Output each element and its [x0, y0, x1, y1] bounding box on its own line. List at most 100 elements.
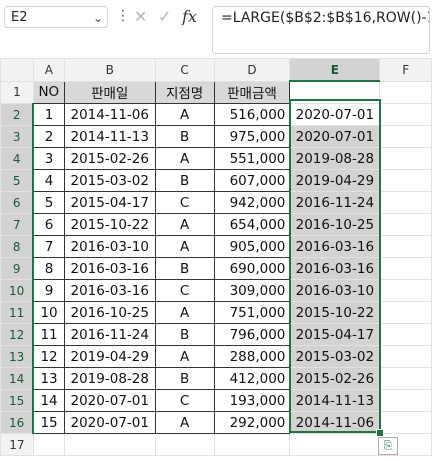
row-header-3[interactable]: 3	[0, 125, 35, 148]
cell-f[interactable]	[379, 389, 432, 412]
empty-cell[interactable]	[63, 433, 156, 456]
row-header-8[interactable]: 8	[0, 235, 35, 258]
cell-large-result[interactable]: 2016-03-16	[289, 257, 381, 280]
empty-cell[interactable]	[289, 433, 381, 456]
cell-branch[interactable]: B	[154, 323, 215, 346]
column-header-d[interactable]: D	[213, 58, 291, 82]
cell-date[interactable]: 2015-04-17	[63, 191, 156, 214]
row-header-13[interactable]: 13	[0, 345, 35, 368]
row-header-5[interactable]: 5	[0, 169, 35, 192]
cell-no[interactable]: 10	[32, 301, 65, 324]
empty-cell[interactable]	[213, 433, 291, 456]
cell-no[interactable]: 2	[32, 125, 65, 148]
cell-date[interactable]: 2016-10-25	[63, 301, 156, 324]
check-icon[interactable]: ✓	[158, 6, 171, 28]
cell-no[interactable]: 11	[32, 323, 65, 346]
cell-large-result[interactable]: 2019-08-28	[289, 147, 381, 170]
row-header-4[interactable]: 4	[0, 147, 35, 170]
row-header-15[interactable]: 15	[0, 389, 35, 412]
row-header-6[interactable]: 6	[0, 191, 35, 214]
row-header-9[interactable]: 9	[0, 257, 35, 280]
cell-large-result[interactable]: 2020-07-01	[289, 125, 381, 148]
column-header-b[interactable]: B	[63, 58, 156, 82]
cell-date[interactable]: 2014-11-06	[63, 103, 156, 126]
formula-input[interactable]: =LARGE($B$2:$B$16,ROW()-1)	[212, 6, 430, 54]
more-vertical-icon[interactable]: ⋮	[116, 9, 130, 23]
row-header-1[interactable]: 1	[0, 80, 34, 104]
cell-f[interactable]	[379, 213, 432, 236]
row-header-10[interactable]: 10	[0, 279, 35, 302]
cell-f[interactable]	[379, 367, 432, 390]
cell-branch[interactable]: A	[154, 213, 215, 236]
column-header-f[interactable]: F	[379, 58, 432, 82]
row-header-7[interactable]: 7	[0, 213, 35, 236]
cell-f[interactable]	[379, 301, 432, 324]
cell-date[interactable]: 2016-03-16	[63, 279, 156, 302]
chevron-down-icon[interactable]: ⌄	[93, 7, 103, 29]
cell-date[interactable]: 2020-07-01	[63, 411, 156, 434]
header-no[interactable]: NO	[32, 80, 65, 104]
cell-branch[interactable]: A	[154, 147, 215, 170]
cell-e1[interactable]	[289, 80, 381, 104]
cell-date[interactable]: 2019-04-29	[63, 345, 156, 368]
cell-branch[interactable]: C	[154, 389, 215, 412]
cell-f[interactable]	[379, 169, 432, 192]
cell-large-result[interactable]: 2014-11-06	[289, 411, 381, 434]
cell-date[interactable]: 2019-08-28	[63, 367, 156, 390]
cell-amount[interactable]: 292,000	[213, 411, 291, 434]
cell-branch[interactable]: C	[154, 191, 215, 214]
cell-date[interactable]: 2014-11-13	[63, 125, 156, 148]
row-header-11[interactable]: 11	[0, 301, 35, 324]
cell-no[interactable]: 7	[32, 235, 65, 258]
row-header-17[interactable]: 17	[0, 433, 34, 456]
cell-large-result[interactable]: 2014-11-13	[289, 389, 381, 412]
cell-date[interactable]: 2020-07-01	[63, 389, 156, 412]
cell-f[interactable]	[379, 411, 432, 434]
cell-large-result[interactable]: 2019-04-29	[289, 169, 381, 192]
cell-date[interactable]: 2016-03-10	[63, 235, 156, 258]
cell-f[interactable]	[379, 235, 432, 258]
cell-f[interactable]	[379, 147, 432, 170]
cancel-x-icon[interactable]: ✕	[134, 6, 147, 28]
cell-no[interactable]: 1	[32, 103, 65, 126]
cell-branch[interactable]: B	[154, 125, 215, 148]
cell-no[interactable]: 6	[32, 213, 65, 236]
cell-branch[interactable]: A	[154, 301, 215, 324]
cell-amount[interactable]: 309,000	[213, 279, 291, 302]
cell-amount[interactable]: 193,000	[213, 389, 291, 412]
header-date[interactable]: 판매일	[63, 80, 156, 104]
row-header-16[interactable]: 16	[0, 411, 35, 434]
cell-branch[interactable]: A	[154, 411, 215, 434]
cell-no[interactable]: 8	[32, 257, 65, 280]
header-branch[interactable]: 지점명	[154, 80, 215, 104]
column-header-c[interactable]: C	[154, 58, 215, 82]
cell-f1[interactable]	[379, 80, 432, 104]
cell-large-result[interactable]: 2015-10-22	[289, 301, 381, 324]
cell-no[interactable]: 3	[32, 147, 65, 170]
cell-date[interactable]: 2016-03-16	[63, 257, 156, 280]
cell-large-result[interactable]: 2015-02-26	[289, 367, 381, 390]
cell-amount[interactable]: 690,000	[213, 257, 291, 280]
name-box[interactable]: E2 ⌄	[4, 6, 108, 28]
cell-large-result[interactable]: 2016-03-10	[289, 279, 381, 302]
cell-f[interactable]	[379, 257, 432, 280]
cell-date[interactable]: 2015-03-02	[63, 169, 156, 192]
cell-branch[interactable]: A	[154, 103, 215, 126]
fx-icon[interactable]: fx	[182, 6, 197, 28]
cell-amount[interactable]: 796,000	[213, 323, 291, 346]
cell-no[interactable]: 12	[32, 345, 65, 368]
cell-f[interactable]	[379, 345, 432, 368]
cell-amount[interactable]: 654,000	[213, 213, 291, 236]
cell-amount[interactable]: 288,000	[213, 345, 291, 368]
cell-large-result[interactable]: 2015-03-02	[289, 345, 381, 368]
header-amount[interactable]: 판매금액	[213, 80, 291, 104]
cell-large-result[interactable]: 2016-10-25	[289, 213, 381, 236]
row-header-12[interactable]: 12	[0, 323, 35, 346]
cell-amount[interactable]: 551,000	[213, 147, 291, 170]
select-all-corner[interactable]	[0, 58, 34, 82]
cell-f[interactable]	[379, 191, 432, 214]
cell-amount[interactable]: 516,000	[213, 103, 291, 126]
paste-options-icon[interactable]: ⎘	[378, 437, 398, 455]
cell-no[interactable]: 4	[32, 169, 65, 192]
cell-no[interactable]: 9	[32, 279, 65, 302]
